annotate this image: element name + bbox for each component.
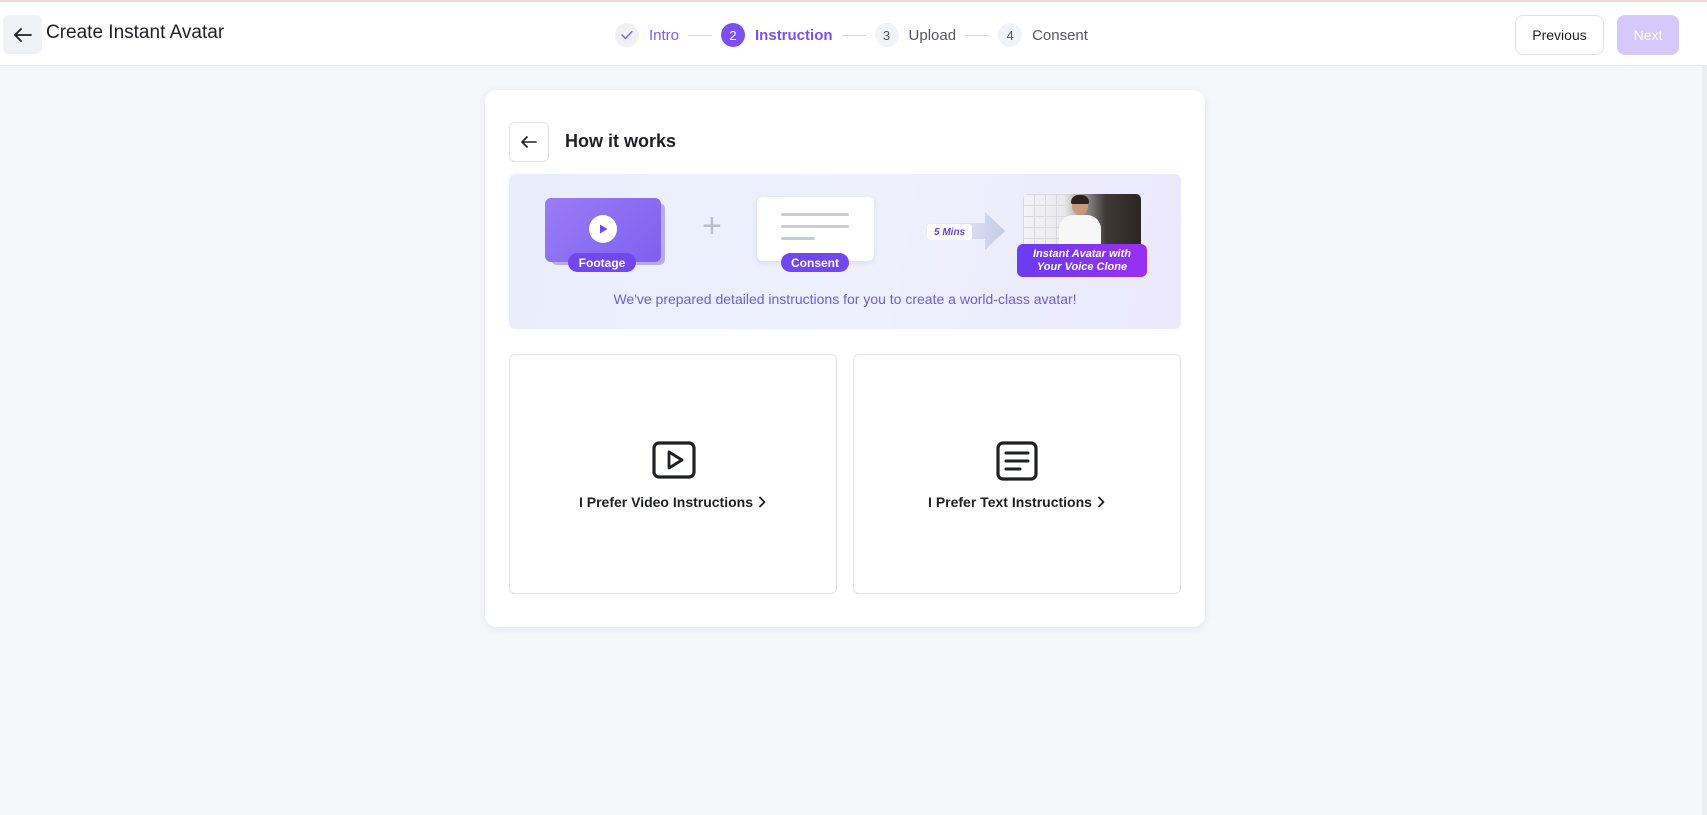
previous-button[interactable]: Previous — [1515, 15, 1604, 55]
plus-icon: + — [702, 207, 722, 245]
text-option-label: I Prefer Text Instructions — [928, 494, 1092, 510]
step-consent[interactable]: 4 Consent — [998, 23, 1088, 47]
result-badge-line2: Your Voice Clone — [1036, 260, 1128, 273]
person-hair — [1071, 195, 1089, 204]
chevron-right-icon — [1098, 496, 1105, 508]
step-label: Consent — [1032, 26, 1088, 44]
step-connector — [965, 34, 990, 36]
how-it-works-card: How it works Footage + Consent 5 Mins In… — [485, 90, 1205, 627]
step-number: 3 — [874, 23, 899, 47]
chevron-right-icon — [759, 496, 766, 508]
arrow-left-icon — [13, 27, 32, 42]
doc-line — [781, 237, 815, 240]
text-option-label-row: I Prefer Text Instructions — [854, 494, 1180, 510]
stepper: Intro 2 Instruction 3 Upload 4 Consent — [615, 23, 1088, 47]
duration-tag: 5 Mins — [927, 224, 973, 240]
video-instructions-option[interactable]: I Prefer Video Instructions — [509, 354, 837, 594]
how-it-works-banner: Footage + Consent 5 Mins Instant Avatar … — [509, 174, 1181, 329]
doc-line — [781, 225, 849, 228]
step-label: Upload — [908, 26, 957, 44]
top-header: Create Instant Avatar Intro 2 Instructio… — [0, 2, 1707, 66]
text-document-icon — [996, 441, 1038, 481]
consent-pill: Consent — [781, 253, 849, 272]
play-icon — [589, 215, 617, 243]
next-button[interactable]: Next — [1617, 15, 1679, 55]
check-icon — [615, 23, 639, 47]
text-instructions-option[interactable]: I Prefer Text Instructions — [853, 354, 1181, 594]
video-play-icon — [652, 441, 696, 479]
header-back-button[interactable] — [3, 15, 42, 54]
card-title: How it works — [565, 131, 677, 151]
step-number: 4 — [998, 23, 1023, 47]
page-title: Create Instant Avatar — [46, 22, 225, 43]
step-number: 2 — [721, 23, 746, 47]
scrollbar-track[interactable] — [1702, 66, 1707, 815]
consent-document — [757, 197, 874, 261]
step-intro[interactable]: Intro — [615, 23, 679, 47]
arrow-left-icon — [521, 136, 537, 148]
video-option-label-row: I Prefer Video Instructions — [510, 494, 836, 510]
step-label: Intro — [649, 26, 680, 44]
step-upload[interactable]: 3 Upload — [874, 23, 957, 47]
doc-line — [781, 213, 849, 216]
footage-pill: Footage — [568, 253, 636, 272]
result-badge: Instant Avatar with Your Voice Clone — [1017, 244, 1147, 277]
step-label: Instruction — [755, 26, 833, 44]
card-back-button[interactable] — [509, 122, 549, 162]
step-connector — [841, 34, 866, 36]
step-instruction[interactable]: 2 Instruction — [721, 23, 833, 47]
banner-caption: We've prepared detailed instructions for… — [613, 291, 1077, 307]
result-badge-line1: Instant Avatar with — [1033, 247, 1131, 260]
step-connector — [688, 34, 713, 36]
video-option-label: I Prefer Video Instructions — [578, 494, 753, 510]
